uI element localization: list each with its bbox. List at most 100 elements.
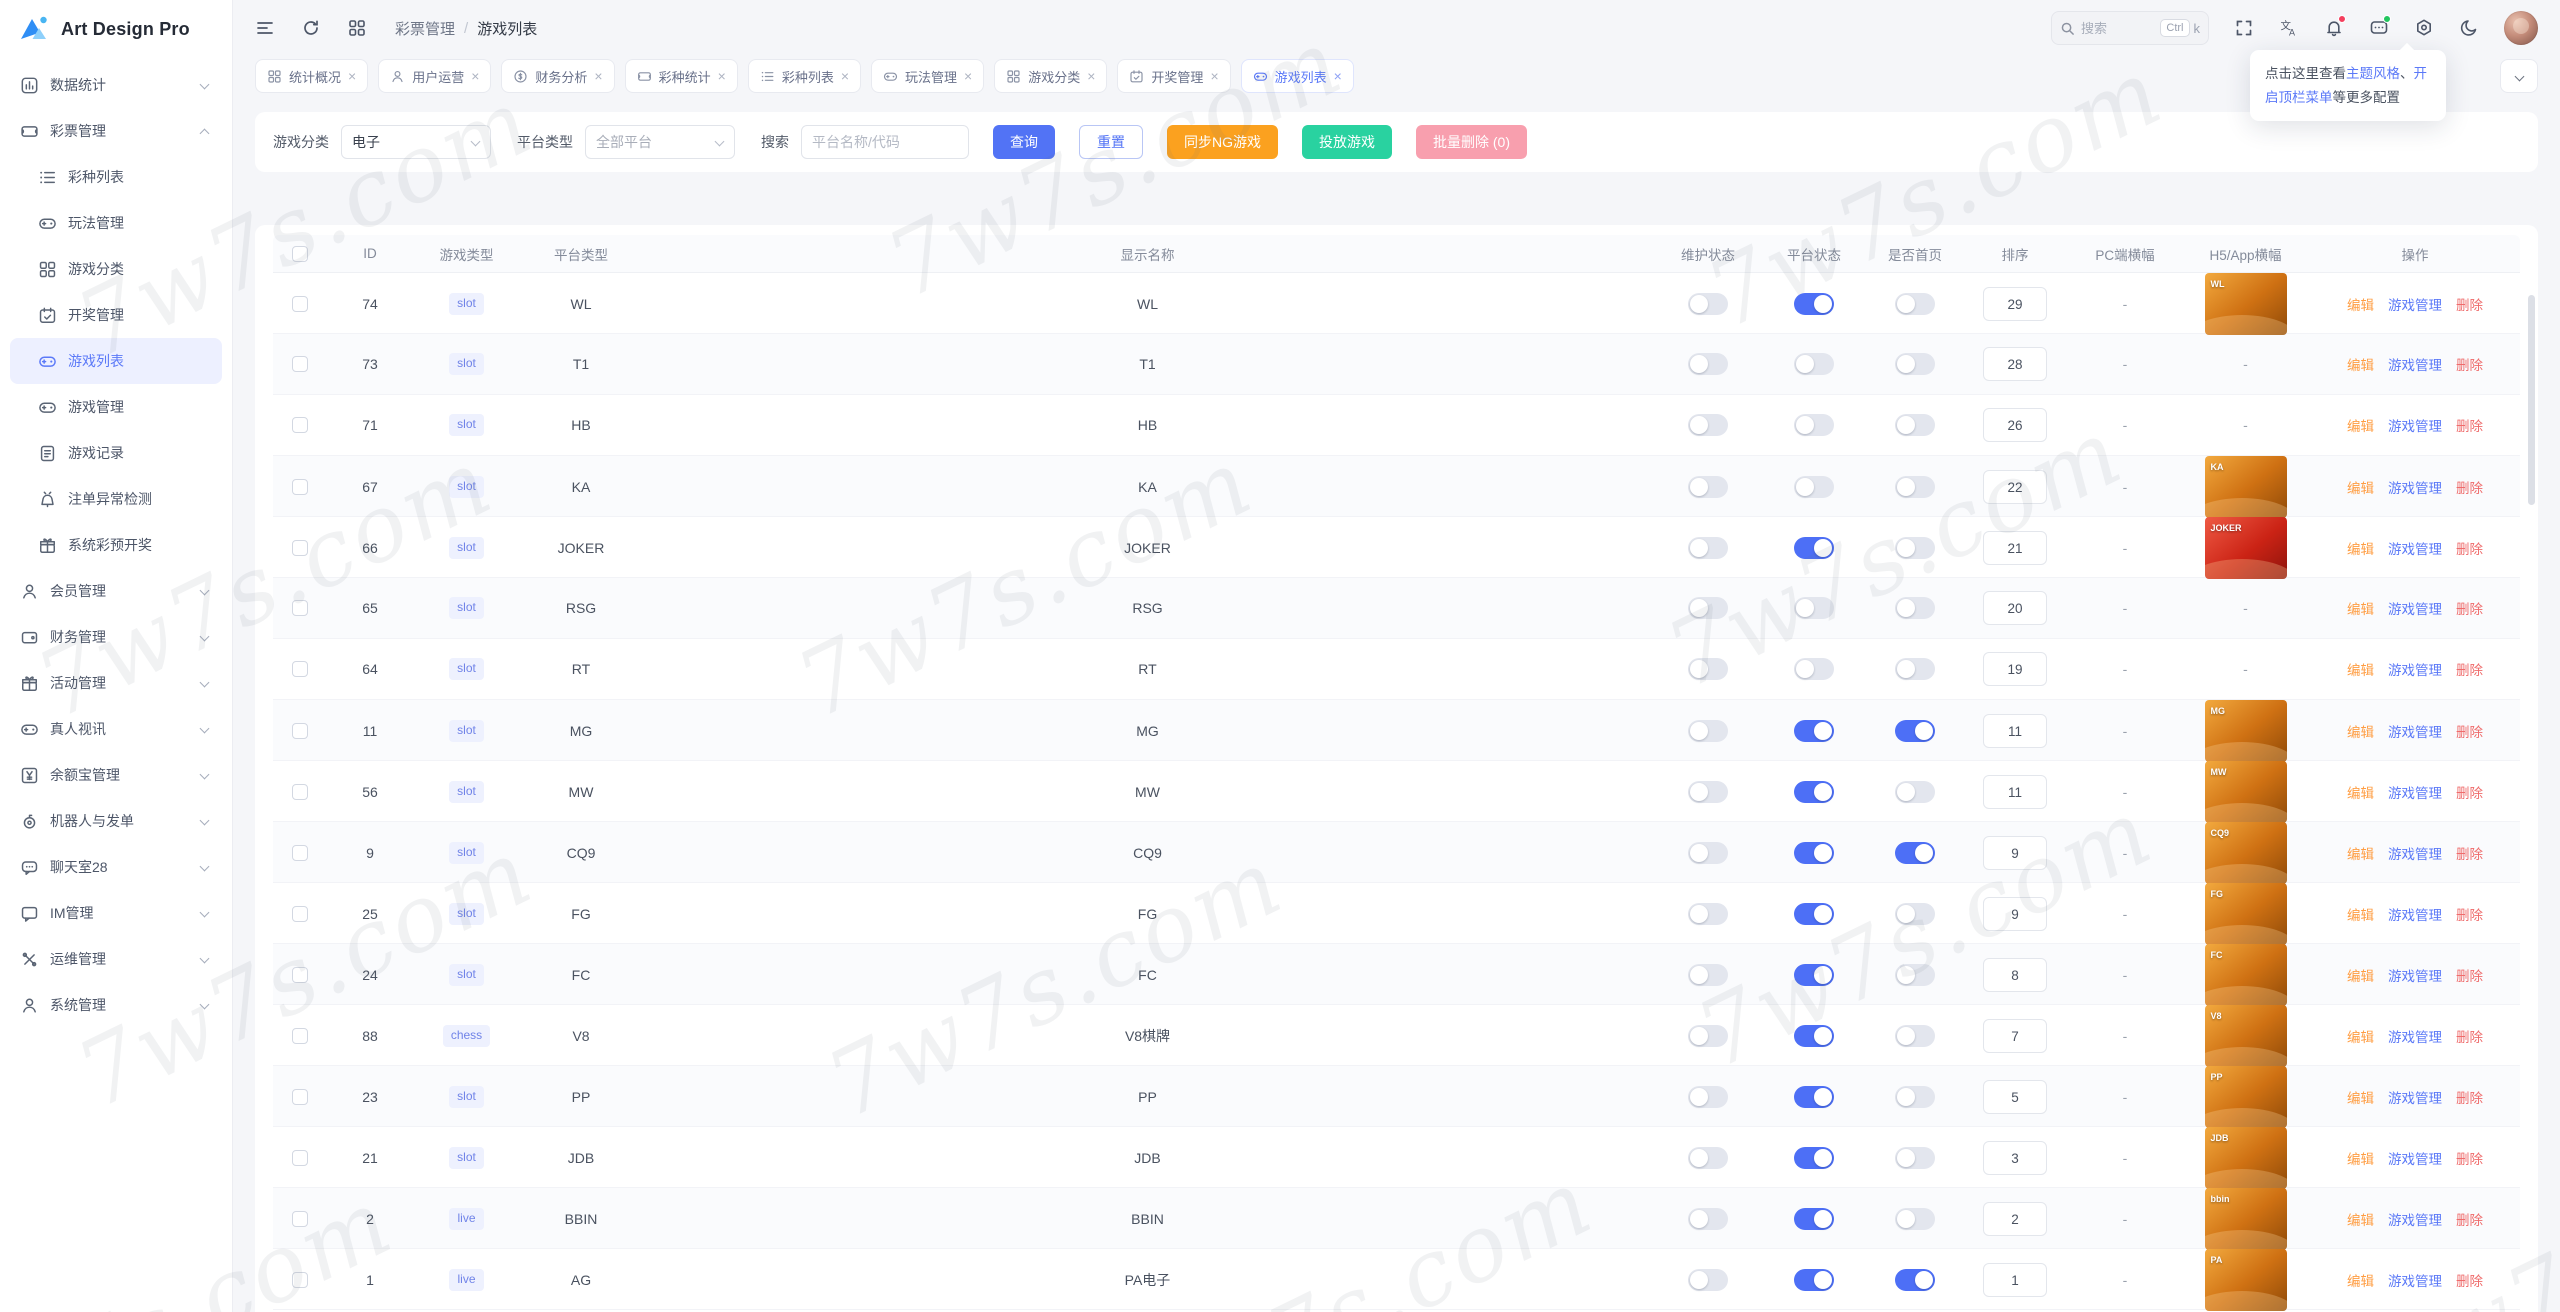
maintenance-toggle[interactable] — [1688, 476, 1728, 498]
global-search[interactable]: Ctrl k — [2051, 11, 2209, 45]
is-home-toggle[interactable] — [1895, 781, 1935, 803]
tab-options-button[interactable] — [2500, 59, 2538, 93]
page-tab[interactable]: 统计概况 × — [255, 59, 369, 93]
scrollbar-thumb[interactable] — [2528, 295, 2535, 505]
platform-search-input[interactable] — [801, 125, 969, 159]
is-home-toggle[interactable] — [1895, 537, 1935, 559]
row-checkbox[interactable] — [292, 845, 308, 861]
tab-close-icon[interactable]: × — [1087, 69, 1095, 83]
sort-input[interactable]: 19 — [1983, 652, 2047, 686]
edit-link[interactable]: 编辑 — [2347, 294, 2374, 314]
game-manage-link[interactable]: 游戏管理 — [2388, 721, 2442, 741]
game-manage-link[interactable]: 游戏管理 — [2388, 904, 2442, 924]
is-home-toggle[interactable] — [1895, 597, 1935, 619]
sidebar-item[interactable]: 真人视讯 — [10, 706, 222, 752]
sort-input[interactable]: 28 — [1983, 347, 2047, 381]
game-manage-link[interactable]: 游戏管理 — [2388, 354, 2442, 374]
game-manage-link[interactable]: 游戏管理 — [2388, 294, 2442, 314]
sort-input[interactable]: 11 — [1983, 714, 2047, 748]
maintenance-toggle[interactable] — [1688, 1086, 1728, 1108]
row-checkbox[interactable] — [292, 356, 308, 372]
platform-status-toggle[interactable] — [1794, 1208, 1834, 1230]
select-all-checkbox[interactable] — [292, 245, 308, 262]
delete-link[interactable]: 删除 — [2456, 782, 2483, 802]
platform-status-toggle[interactable] — [1794, 476, 1834, 498]
sidebar-item[interactable]: 彩种列表 — [10, 154, 222, 200]
translate-icon[interactable]: 文A — [2279, 18, 2299, 38]
delete-link[interactable]: 删除 — [2456, 538, 2483, 558]
sidebar-item[interactable]: 数据统计 — [10, 62, 222, 108]
sort-input[interactable]: 20 — [1983, 591, 2047, 625]
page-tab[interactable]: 财务分析 × — [501, 59, 615, 93]
row-checkbox[interactable] — [292, 784, 308, 800]
edit-link[interactable]: 编辑 — [2347, 659, 2374, 679]
maintenance-toggle[interactable] — [1688, 414, 1728, 436]
is-home-toggle[interactable] — [1895, 658, 1935, 680]
tab-close-icon[interactable]: × — [348, 69, 356, 83]
sidebar-item[interactable]: 注单异常检测 — [10, 476, 222, 522]
collapse-menu-icon[interactable] — [255, 18, 275, 38]
platform-status-toggle[interactable] — [1794, 1269, 1834, 1291]
maintenance-toggle[interactable] — [1688, 537, 1728, 559]
sidebar-item[interactable]: 游戏列表 — [10, 338, 222, 384]
refresh-icon[interactable] — [301, 18, 321, 38]
edit-link[interactable]: 编辑 — [2347, 415, 2374, 435]
sidebar-item[interactable]: 游戏记录 — [10, 430, 222, 476]
delete-link[interactable]: 删除 — [2456, 294, 2483, 314]
game-manage-link[interactable]: 游戏管理 — [2388, 1026, 2442, 1046]
page-tab[interactable]: 开奖管理 × — [1117, 59, 1231, 93]
sort-input[interactable]: 26 — [1983, 408, 2047, 442]
sidebar-item[interactable]: 玩法管理 — [10, 200, 222, 246]
maintenance-toggle[interactable] — [1688, 964, 1728, 986]
edit-link[interactable]: 编辑 — [2347, 598, 2374, 618]
reset-button[interactable]: 重置 — [1079, 125, 1143, 159]
batch-delete-button[interactable]: 批量删除 (0) — [1416, 125, 1527, 159]
edit-link[interactable]: 编辑 — [2347, 782, 2374, 802]
sidebar-item[interactable]: 开奖管理 — [10, 292, 222, 338]
tab-close-icon[interactable]: × — [718, 69, 726, 83]
platform-status-toggle[interactable] — [1794, 658, 1834, 680]
edit-link[interactable]: 编辑 — [2347, 1087, 2374, 1107]
delete-link[interactable]: 删除 — [2456, 415, 2483, 435]
row-checkbox[interactable] — [292, 906, 308, 922]
row-checkbox[interactable] — [292, 479, 308, 495]
sort-input[interactable]: 21 — [1983, 531, 2047, 565]
edit-link[interactable]: 编辑 — [2347, 1209, 2374, 1229]
game-manage-link[interactable]: 游戏管理 — [2388, 1270, 2442, 1290]
delete-link[interactable]: 删除 — [2456, 1209, 2483, 1229]
delete-link[interactable]: 删除 — [2456, 598, 2483, 618]
is-home-toggle[interactable] — [1895, 964, 1935, 986]
platform-status-toggle[interactable] — [1794, 964, 1834, 986]
platform-status-toggle[interactable] — [1794, 537, 1834, 559]
query-button[interactable]: 查询 — [993, 125, 1055, 159]
sidebar-item[interactable]: IM管理 — [10, 890, 222, 936]
delete-link[interactable]: 删除 — [2456, 965, 2483, 985]
game-category-select[interactable]: 电子 — [341, 125, 491, 159]
delete-link[interactable]: 删除 — [2456, 1270, 2483, 1290]
delete-link[interactable]: 删除 — [2456, 354, 2483, 374]
maintenance-toggle[interactable] — [1688, 1269, 1728, 1291]
row-checkbox[interactable] — [292, 1150, 308, 1166]
tab-close-icon[interactable]: × — [471, 69, 479, 83]
page-tab[interactable]: 彩种统计 × — [624, 59, 738, 93]
edit-link[interactable]: 编辑 — [2347, 721, 2374, 741]
edit-link[interactable]: 编辑 — [2347, 538, 2374, 558]
row-checkbox[interactable] — [292, 1272, 308, 1288]
delete-link[interactable]: 删除 — [2456, 659, 2483, 679]
platform-status-toggle[interactable] — [1794, 1086, 1834, 1108]
tab-close-icon[interactable]: × — [1334, 69, 1342, 83]
platform-status-toggle[interactable] — [1794, 1025, 1834, 1047]
game-manage-link[interactable]: 游戏管理 — [2388, 1209, 2442, 1229]
fullscreen-icon[interactable] — [2234, 18, 2254, 38]
game-manage-link[interactable]: 游戏管理 — [2388, 1148, 2442, 1168]
platform-status-toggle[interactable] — [1794, 903, 1834, 925]
game-manage-link[interactable]: 游戏管理 — [2388, 965, 2442, 985]
row-checkbox[interactable] — [292, 540, 308, 556]
edit-link[interactable]: 编辑 — [2347, 965, 2374, 985]
breadcrumb-section[interactable]: 彩票管理 — [395, 18, 455, 39]
settings-icon[interactable] — [2414, 18, 2434, 38]
maintenance-toggle[interactable] — [1688, 1025, 1728, 1047]
platform-status-toggle[interactable] — [1794, 414, 1834, 436]
sort-input[interactable]: 5 — [1983, 1080, 2047, 1114]
maintenance-toggle[interactable] — [1688, 353, 1728, 375]
